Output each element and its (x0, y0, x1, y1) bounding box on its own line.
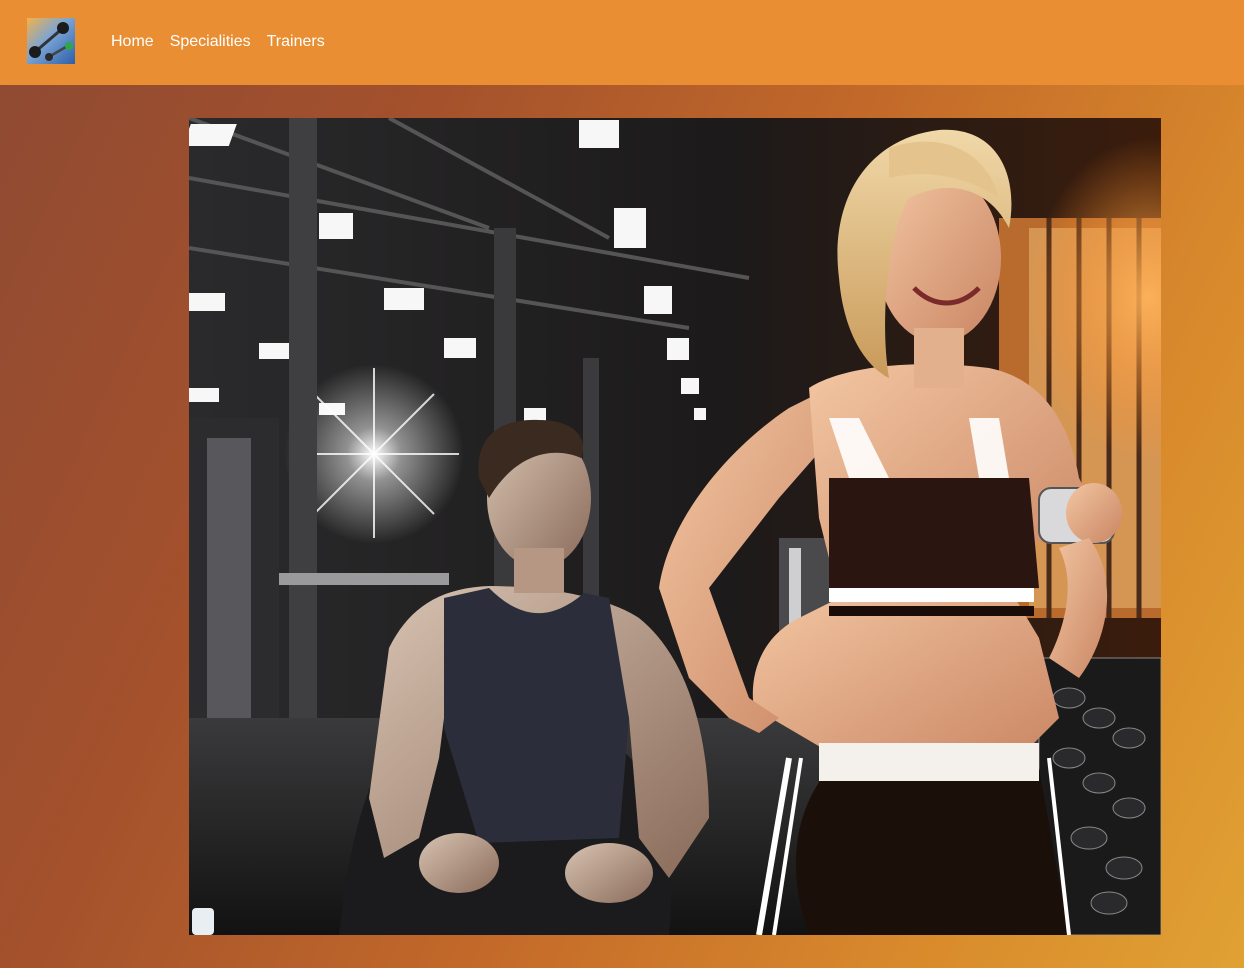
nav-links: Home Specialities Trainers (111, 31, 325, 53)
navbar: Home Specialities Trainers (0, 0, 1244, 85)
dumbbells-logo-icon[interactable] (27, 18, 75, 64)
nav-link-specialities[interactable]: Specialities (170, 31, 251, 53)
nav-link-trainers[interactable]: Trainers (267, 31, 325, 53)
hero-image (189, 118, 1161, 935)
gym-trainers-photo (189, 118, 1161, 935)
nav-link-home[interactable]: Home (111, 31, 154, 53)
